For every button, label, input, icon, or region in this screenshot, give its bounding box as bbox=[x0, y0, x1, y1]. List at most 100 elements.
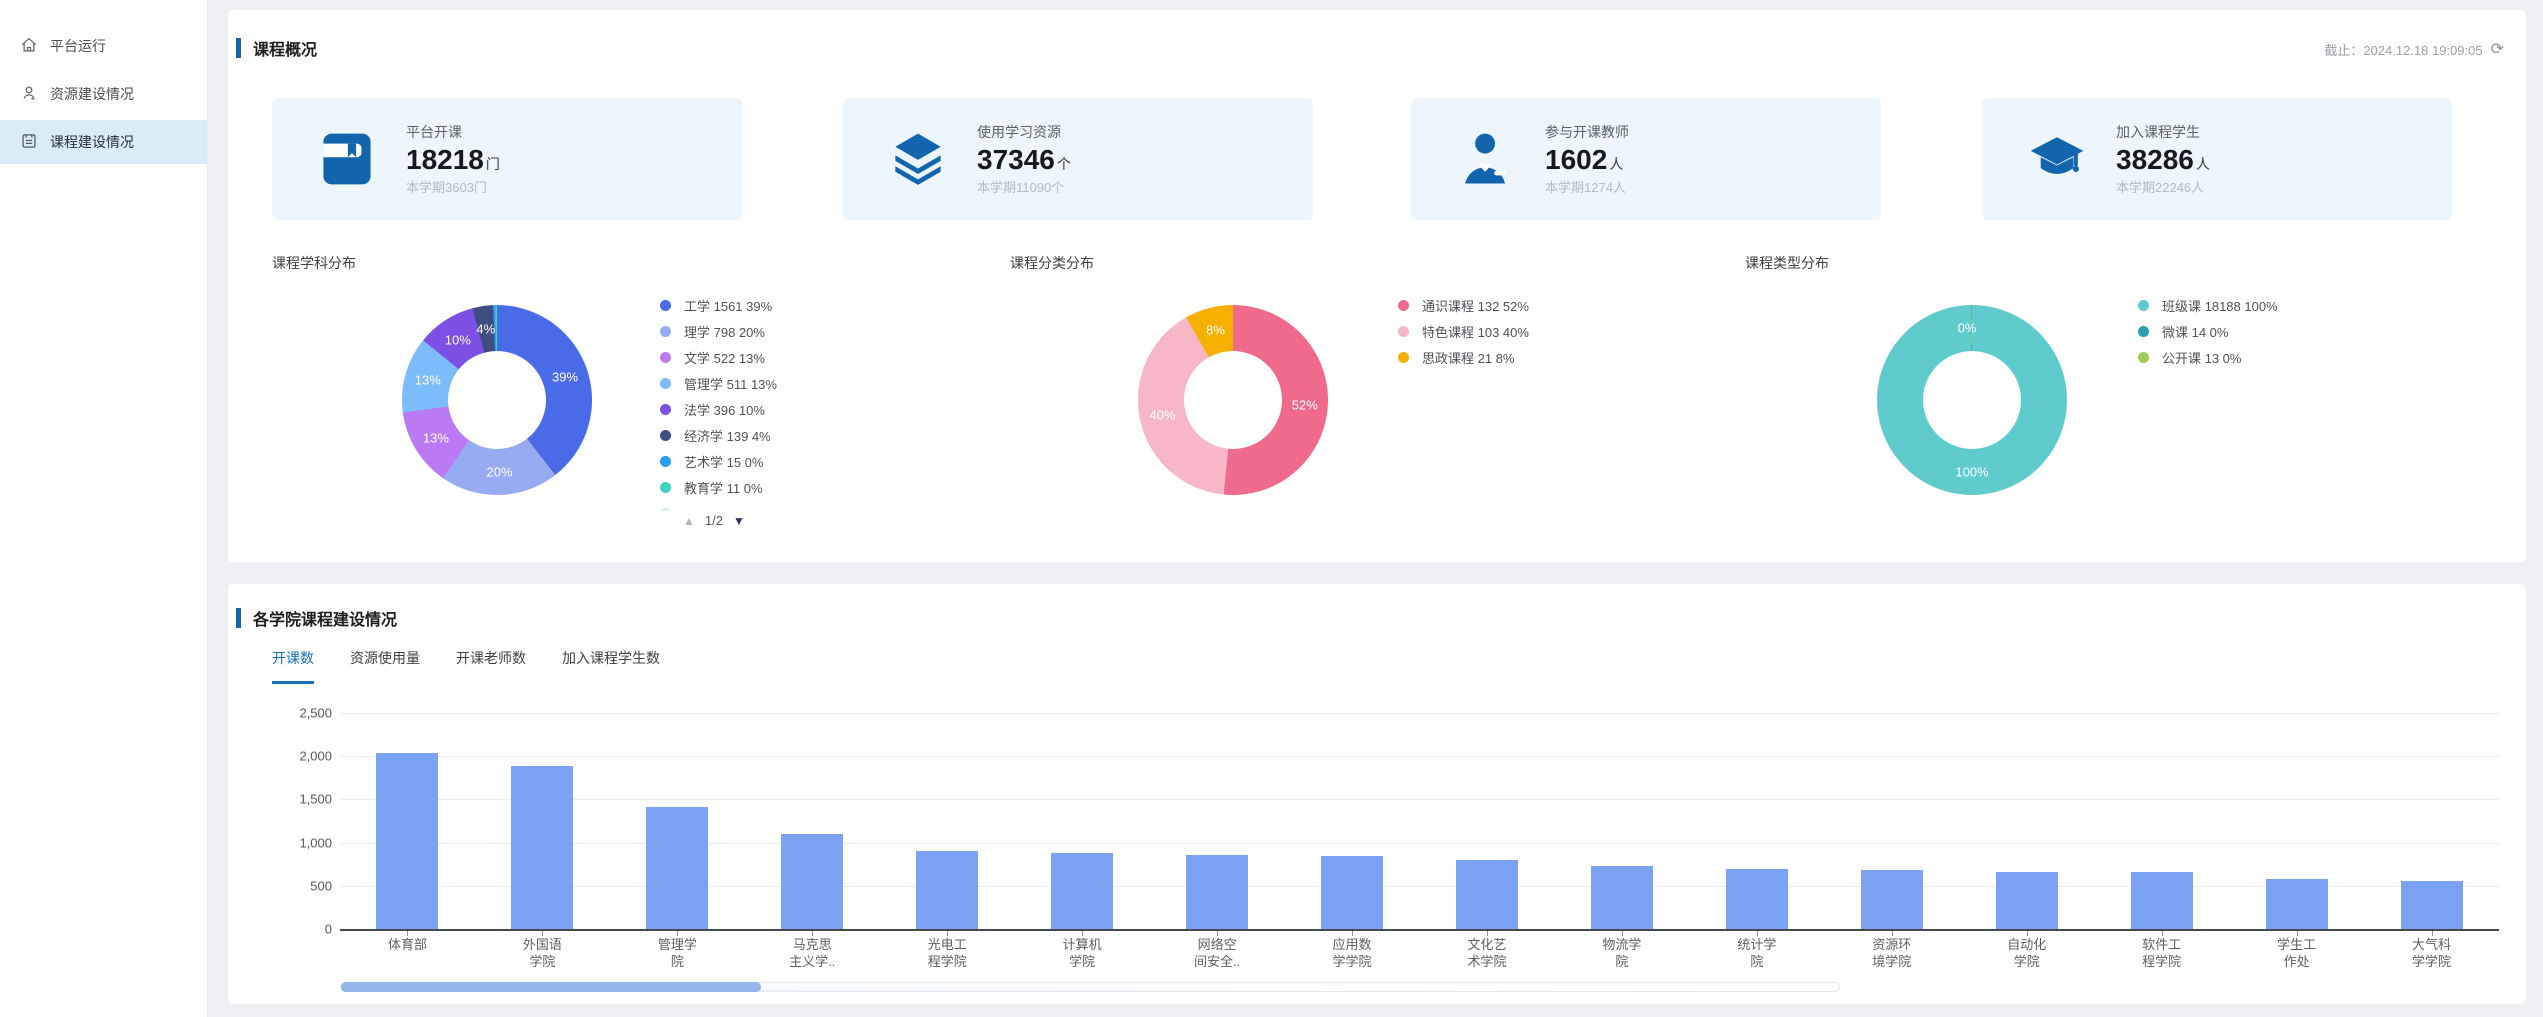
chart-scrollbar-track[interactable] bbox=[340, 982, 1840, 992]
bar bbox=[916, 851, 978, 929]
refresh-icon[interactable]: ⟳ bbox=[2491, 42, 2504, 58]
bar bbox=[1321, 856, 1383, 929]
donut-slice-label: 40% bbox=[1150, 407, 1176, 422]
legend-item[interactable]: 法学 396 10% bbox=[660, 396, 920, 422]
bar bbox=[2131, 872, 2193, 929]
stat-value: 18218 bbox=[406, 144, 484, 175]
legend-item[interactable]: 艺术学 15 0% bbox=[660, 448, 920, 474]
donut-slice-label: 52% bbox=[1292, 398, 1318, 413]
legend-dot bbox=[660, 404, 671, 415]
legend-item[interactable]: 通识课程 132 52% bbox=[1398, 292, 1529, 318]
teacher-icon bbox=[1457, 130, 1515, 188]
legend-subject: 工学 1561 39% 理学 798 20% 文学 522 13% 管理学 511 1… bbox=[660, 292, 920, 511]
panel-title: 课程概况 bbox=[253, 36, 317, 60]
donut-slice-label: 13% bbox=[415, 373, 441, 388]
sidebar-item-label: 资源建设情况 bbox=[50, 84, 134, 104]
stat-unit: 门 bbox=[486, 156, 500, 172]
donut-hole bbox=[448, 351, 546, 449]
chart-scrollbar-thumb[interactable] bbox=[341, 982, 761, 992]
legend-label: 教育学 11 0% bbox=[684, 478, 763, 497]
deadline-text: 截止：2024.12.18 19:09:05 bbox=[2324, 40, 2482, 59]
legend-dot bbox=[660, 326, 671, 337]
chart-title-category-distribution: 课程分类分布 bbox=[1010, 253, 1094, 273]
x-axis-category-label: 文化艺 术学院 bbox=[1437, 936, 1537, 970]
stat-value: 1602 bbox=[1545, 144, 1607, 175]
x-axis-category-label: 资源环 境学院 bbox=[1842, 936, 1942, 970]
legend-item[interactable]: 特色课程 103 40% bbox=[1398, 318, 1529, 344]
stat-card-teachers: 参与开课教师 1602人 本学期1274人 bbox=[1411, 98, 1881, 220]
donut-slice-label: 39% bbox=[552, 369, 578, 384]
legend-item[interactable]: 微课 14 0% bbox=[2138, 318, 2278, 344]
donut-slice-label: 13% bbox=[423, 431, 449, 446]
bar bbox=[1456, 860, 1518, 929]
legend-item[interactable]: 理学 798 20% bbox=[660, 318, 920, 344]
sidebar-item-platform-run[interactable]: 平台运行 bbox=[0, 24, 207, 68]
legend-page-down-icon[interactable]: ▼ bbox=[733, 514, 745, 528]
legend-dot bbox=[660, 352, 671, 363]
data-deadline: 截止：2024.12.18 19:09:05 ⟳ bbox=[2324, 40, 2504, 59]
legend-dot bbox=[1398, 300, 1409, 311]
bar bbox=[376, 753, 438, 929]
bar bbox=[1726, 869, 1788, 929]
y-axis-label: 1,500 bbox=[232, 792, 332, 807]
bar bbox=[1591, 866, 1653, 929]
x-axis-category-label: 管理学 院 bbox=[627, 936, 727, 970]
x-axis-category-label: 外国语 学院 bbox=[492, 936, 592, 970]
legend-item-clipped bbox=[660, 500, 920, 511]
legend-dot bbox=[1398, 352, 1409, 363]
legend-label: 管理学 511 13% bbox=[684, 374, 777, 393]
x-axis-category-label: 计算机 学院 bbox=[1032, 936, 1132, 970]
x-axis-category-label: 软件工 程学院 bbox=[2112, 936, 2212, 970]
sidebar-item-label: 课程建设情况 bbox=[50, 132, 134, 152]
legend-item[interactable]: 班级课 18188 100% bbox=[2138, 292, 2278, 318]
stat-card-resources: 使用学习资源 37346个 本学期11090个 bbox=[843, 98, 1313, 220]
legend-item[interactable]: 经济学 139 4% bbox=[660, 422, 920, 448]
legend-label: 经济学 139 4% bbox=[684, 426, 771, 445]
legend-dot bbox=[660, 300, 671, 311]
legend-item[interactable]: 公开课 13 0% bbox=[2138, 344, 2278, 370]
stat-sub: 本学期1274人 bbox=[1545, 177, 1629, 196]
stat-label: 使用学习资源 bbox=[977, 122, 1071, 142]
donut-chart-category: 52%40%8% bbox=[1138, 305, 1328, 495]
y-axis-label: 500 bbox=[232, 878, 332, 893]
y-axis-label: 2,000 bbox=[232, 749, 332, 764]
legend-dot bbox=[660, 482, 671, 493]
bar bbox=[2266, 879, 2328, 929]
legend-label: 理学 798 20% bbox=[684, 322, 765, 341]
legend-label: 法学 396 10% bbox=[684, 400, 765, 419]
stat-value: 37346 bbox=[977, 144, 1055, 175]
legend-item[interactable]: 管理学 511 13% bbox=[660, 370, 920, 396]
legend-dot bbox=[660, 456, 671, 467]
stat-unit: 个 bbox=[1057, 156, 1071, 172]
book-icon bbox=[318, 130, 376, 188]
colleges-panel: 各学院课程建设情况 开课数 资源使用量 开课老师数 加入课程学生数 2,5002… bbox=[228, 584, 2526, 1004]
legend-item[interactable]: 教育学 11 0% bbox=[660, 474, 920, 500]
chart-title-subject-distribution: 课程学科分布 bbox=[272, 253, 356, 273]
legend-page-indicator: 1/2 bbox=[705, 513, 723, 528]
sidebar-item-label: 平台运行 bbox=[50, 36, 106, 56]
journal-icon bbox=[20, 132, 38, 153]
x-axis-category-label: 学生工 作处 bbox=[2247, 936, 2347, 970]
sidebar-item-resource-construction[interactable]: 资源建设情况 bbox=[0, 72, 207, 116]
stat-sub: 本学期11090个 bbox=[977, 177, 1071, 196]
stat-sub: 本学期22246人 bbox=[2116, 177, 2210, 196]
bar bbox=[1186, 855, 1248, 929]
bar bbox=[1861, 870, 1923, 929]
legend-item[interactable]: 文学 522 13% bbox=[660, 344, 920, 370]
legend-label: 特色课程 103 40% bbox=[1422, 322, 1529, 341]
sidebar: 平台运行 资源建设情况 课程建设情况 bbox=[0, 0, 208, 1017]
x-axis-category-label: 统计学 院 bbox=[1707, 936, 1807, 970]
legend-page-up-icon[interactable]: ▲ bbox=[683, 514, 695, 528]
chart-title-type-distribution: 课程类型分布 bbox=[1745, 253, 1829, 273]
legend-item[interactable]: 工学 1561 39% bbox=[660, 292, 920, 318]
sidebar-item-course-construction[interactable]: 课程建设情况 bbox=[0, 120, 207, 164]
legend-dot bbox=[660, 430, 671, 441]
graduate-icon bbox=[2028, 130, 2086, 188]
gridline bbox=[340, 756, 2499, 757]
legend-dot bbox=[2138, 300, 2149, 311]
x-axis-line bbox=[340, 929, 2499, 931]
donut-slice-label: 4% bbox=[476, 321, 495, 336]
legend-item[interactable]: 思政课程 21 8% bbox=[1398, 344, 1529, 370]
course-overview-panel: 课程概况 截止：2024.12.18 19:09:05 ⟳ 平台开课 18218… bbox=[228, 10, 2526, 562]
y-axis-label: 2,500 bbox=[232, 706, 332, 721]
